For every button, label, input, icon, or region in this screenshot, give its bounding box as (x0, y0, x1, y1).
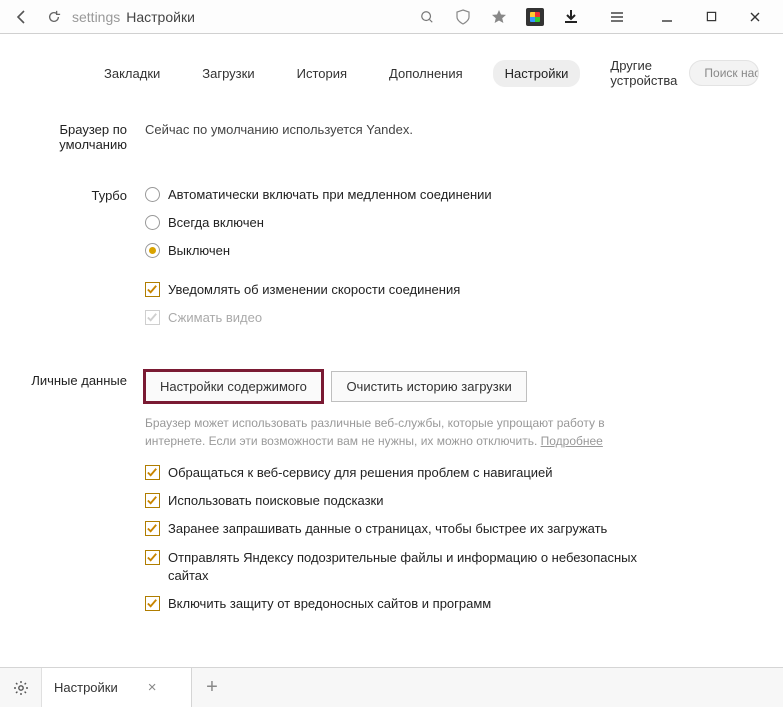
check-label: Включить защиту от вредоносных сайтов и … (168, 595, 491, 613)
window-minimize-button[interactable] (653, 7, 681, 27)
bookmark-star-icon[interactable] (489, 7, 509, 27)
section-personal-data: Личные данные Настройки содержимого Очис… (20, 371, 763, 623)
default-browser-status: Сейчас по умолчанию используется Yandex. (145, 120, 763, 137)
radio-label: Выключен (168, 242, 230, 260)
turbo-check-compress-video (145, 310, 160, 325)
check-label: Заранее запрашивать данные о страницах, … (168, 520, 607, 538)
address-bar[interactable]: settings Настройки (72, 9, 411, 25)
tab-title: Настройки (54, 680, 118, 695)
content-settings-button[interactable]: Настройки содержимого (145, 371, 322, 402)
nav-tab-bookmarks[interactable]: Закладки (92, 60, 172, 87)
settings-content: Браузер по умолчанию Сейчас по умолчанию… (0, 108, 783, 698)
section-label: Личные данные (20, 371, 145, 623)
tab-close-button[interactable]: × (148, 679, 157, 696)
downloads-icon[interactable] (561, 7, 581, 27)
check-label: Использовать поисковые подсказки (168, 492, 384, 510)
page-title: Настройки (126, 9, 195, 25)
radio-label: Автоматически включать при медленном сое… (168, 186, 492, 204)
extension-icon[interactable] (525, 7, 545, 27)
check-label: Уведомлять об изменении скорости соедине… (168, 281, 460, 299)
new-tab-button[interactable]: + (192, 668, 232, 707)
check-prefetch[interactable] (145, 521, 160, 536)
menu-button[interactable] (607, 7, 627, 27)
check-label: Обращаться к веб-сервису для решения про… (168, 464, 553, 482)
learn-more-link[interactable]: Подробнее (541, 434, 603, 448)
window-close-button[interactable] (741, 7, 769, 27)
window-maximize-button[interactable] (697, 7, 725, 27)
section-label: Турбо (20, 186, 145, 337)
check-malware-protect[interactable] (145, 596, 160, 611)
tabbar-settings-button[interactable] (0, 668, 42, 707)
personal-hint-text: Браузер может использовать различные веб… (145, 414, 625, 450)
browser-tabbar: Настройки × + (0, 667, 783, 707)
nav-tab-history[interactable]: История (285, 60, 359, 87)
turbo-check-notify[interactable] (145, 282, 160, 297)
check-send-suspicious[interactable] (145, 550, 160, 565)
section-label: Браузер по умолчанию (20, 120, 145, 152)
check-search-suggest[interactable] (145, 493, 160, 508)
check-label: Отправлять Яндексу подозрительные файлы … (168, 549, 668, 585)
clear-download-history-button[interactable]: Очистить историю загрузки (331, 371, 526, 402)
reload-button[interactable] (42, 5, 66, 29)
titlebar: settings Настройки (0, 0, 783, 34)
section-turbo: Турбо Автоматически включать при медленн… (20, 186, 763, 337)
reader-mode-icon[interactable] (417, 7, 437, 27)
check-label: Сжимать видео (168, 309, 262, 327)
nav-tab-other-devices[interactable]: Другие устройства (598, 52, 689, 94)
turbo-radio-always[interactable] (145, 215, 160, 230)
radio-label: Всегда включен (168, 214, 264, 232)
shield-icon[interactable] (453, 7, 473, 27)
nav-tab-extensions[interactable]: Дополнения (377, 60, 475, 87)
settings-search-input[interactable]: Поиск настроек (689, 60, 759, 86)
browser-tab-settings[interactable]: Настройки × (42, 668, 192, 707)
check-nav-errors[interactable] (145, 465, 160, 480)
url-scheme: settings (72, 9, 120, 25)
section-default-browser: Браузер по умолчанию Сейчас по умолчанию… (20, 120, 763, 152)
back-button[interactable] (8, 5, 36, 29)
settings-nav: Закладки Загрузки История Дополнения Нас… (0, 34, 783, 108)
turbo-radio-auto[interactable] (145, 187, 160, 202)
nav-tab-settings[interactable]: Настройки (493, 60, 581, 87)
turbo-radio-off[interactable] (145, 243, 160, 258)
nav-tab-downloads[interactable]: Загрузки (190, 60, 266, 87)
